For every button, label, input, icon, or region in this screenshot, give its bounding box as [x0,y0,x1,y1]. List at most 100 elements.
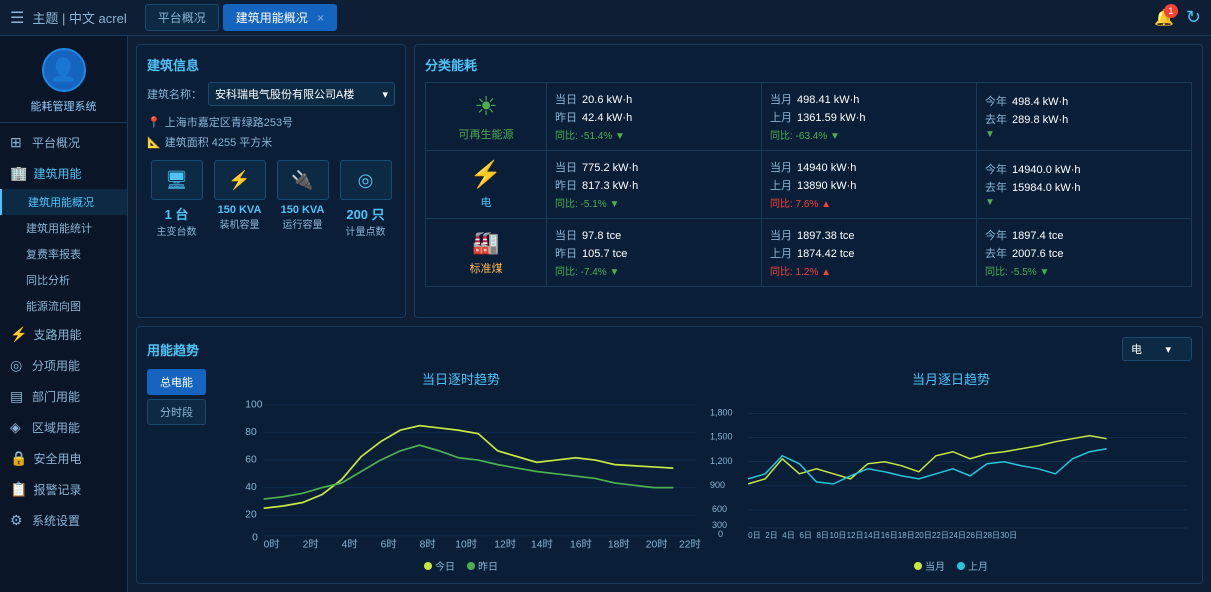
sub-nav-energy-flow[interactable]: 能源流向图 [0,293,127,319]
sidebar-item-alarms[interactable]: 📋 报警记录 [0,474,127,505]
electric-today: 当日 775.2 kW·h [555,159,638,175]
app-title: 能耗管理系统 [31,98,97,114]
svg-text:18时: 18时 [608,539,630,551]
category-energy-card: 分类能耗 ☀ 可再生能源 当日 20.6 kW·h 昨日 42.4 kW·h 同… [414,44,1203,318]
coal-month-compare: 同比: 1.2% ▲ [770,263,831,278]
svg-text:900: 900 [710,480,725,490]
sidebar-item-settings[interactable]: ⚙ 系统设置 [0,505,127,536]
electric-month-compare: 同比: 7.6% ▲ [770,195,831,210]
energy-grid: ☀ 可再生能源 当日 20.6 kW·h 昨日 42.4 kW·h 同比: -5… [425,82,1192,287]
sidebar-item-subitem[interactable]: ◎ 分项用能 [0,350,127,381]
renewable-yesterday: 昨日 42.4 kW·h [555,109,632,125]
svg-text:12时: 12时 [494,539,516,551]
stats-grid: 🖥 1 台 主变台数 ⚡ 150 KVA 装机容量 🔌 150 KVA 运行容量 [147,160,395,238]
electric-yesterday: 昨日 817.3 kW·h [555,177,638,193]
svg-text:1,500: 1,500 [710,432,733,442]
stat-label-meters: 计量点数 [346,223,386,238]
building-info-card: 建筑信息 建筑名称： 安科瑞电气股份有限公司A楼 ▾ 📍 上海市嘉定区青绿路25… [136,44,406,318]
renewable-this-month: 当月 498.41 kW·h [770,91,859,107]
daily-chart-title: 当日逐时趋势 [220,369,702,388]
sidebar-item-platform[interactable]: ⊞ 平台概况 [0,127,127,158]
electric-icon: ⚡ [470,159,502,190]
svg-text:22日: 22日 [932,531,949,540]
coal-this-year: 今年 1897.4 tce [985,227,1063,243]
coal-yesterday: 昨日 105.7 tce [555,245,627,261]
tab-close-icon[interactable]: × [317,11,324,25]
sidebar-item-building[interactable]: 🏢 建筑用能 [0,158,127,189]
sub-nav-rate-report[interactable]: 复费率报表 [0,241,127,267]
sub-nav-building-overview[interactable]: 建筑用能概况 [0,189,127,215]
sidebar-item-branch[interactable]: ⚡ 支路用能 [0,319,127,350]
refresh-icon[interactable]: ↻ [1186,7,1201,28]
svg-text:6日: 6日 [799,531,811,540]
meters-icon: ◎ [340,160,392,200]
stat-value-meters: 200 只 [346,204,384,223]
brand-text: 主题 | 中文 acrel [32,8,126,27]
stat-label-capacity: 装机容量 [220,216,260,231]
grid-icon: ⊞ [10,134,26,151]
building-name-label: 建筑名称： [147,86,202,102]
svg-text:10时: 10时 [455,539,477,551]
building-name-row: 建筑名称： 安科瑞电气股份有限公司A楼 ▾ [147,82,395,106]
sidebar-item-dept[interactable]: ▤ 部门用能 [0,381,127,412]
renewable-icon: ☀ [474,91,497,122]
hamburger-icon[interactable]: ☰ [10,8,24,28]
svg-text:100: 100 [245,400,262,411]
stat-meters: ◎ 200 只 计量点数 [336,160,395,238]
top-bar: ☰ 主题 | 中文 acrel 平台概况 建筑用能概况 × 🔔 1 ↻ [0,0,1211,36]
coal-year-cell: 今年 1897.4 tce 去年 2007.6 tce 同比: -5.5% ▼ [977,219,1191,286]
alarm-icon: 📋 [10,481,27,498]
category-energy-title: 分类能耗 [425,55,1192,74]
svg-text:24日: 24日 [949,531,966,540]
avatar: 👤 [42,48,86,92]
electric-year-compare: ▼ [985,197,995,208]
building-meta: 📍 上海市嘉定区青绿路253号 📐 建筑面积 4255 平方米 [147,114,395,150]
area-icon: 📐 [147,136,161,149]
trends-header: 用能趋势 电 ▾ [147,337,1192,361]
trend-button-group: 总电能 分时段 [147,369,206,573]
svg-text:0: 0 [718,529,723,539]
renewable-this-year: 今年 498.4 kW·h [985,93,1068,109]
svg-text:20时: 20时 [646,539,668,551]
coal-month-cell: 当月 1897.38 tce 上月 1874.42 tce 同比: 1.2% ▲ [762,219,976,286]
sidebar-item-region[interactable]: ◈ 区域用能 [0,412,127,443]
svg-text:22时: 22时 [679,539,701,551]
monthly-chart-container: 1,800 1,500 1,200 900 600 300 0 [710,392,1192,556]
svg-text:0日: 0日 [748,531,760,540]
renewable-day-compare: 同比: -51.4% ▼ [555,127,625,142]
stat-value-running: 150 KVA [281,204,325,216]
tab-platform[interactable]: 平台概况 [145,4,219,31]
stat-label-transformer: 主变台数 [157,223,197,238]
energy-type-select[interactable]: 电 ▾ [1122,337,1192,361]
tab-building-energy[interactable]: 建筑用能概况 × [223,4,337,31]
svg-text:60: 60 [245,455,257,466]
trend-btn-total[interactable]: 总电能 [147,369,206,395]
notification-button[interactable]: 🔔 1 [1154,8,1174,28]
sub-nav-building-stats[interactable]: 建筑用能统计 [0,215,127,241]
coal-year-compare: 同比: -5.5% ▼ [985,263,1049,278]
coal-this-month: 当月 1897.38 tce [770,227,855,243]
daily-chart-svg: 100 80 60 40 20 0 [220,392,702,556]
location-icon: 📍 [147,116,161,129]
trend-btn-period[interactable]: 分时段 [147,399,206,425]
building-name-select[interactable]: 安科瑞电气股份有限公司A楼 ▾ [208,82,395,106]
svg-text:0: 0 [252,533,258,544]
monthly-chart-svg: 1,800 1,500 1,200 900 600 300 0 [710,392,1192,556]
area-row: 📐 建筑面积 4255 平方米 [147,134,395,150]
electric-month-cell: 当月 14940 kW·h 上月 13890 kW·h 同比: 7.6% ▲ [762,151,976,218]
svg-text:16时: 16时 [570,539,592,551]
svg-text:16日: 16日 [881,531,898,540]
sidebar-item-safety[interactable]: 🔒 安全用电 [0,443,127,474]
svg-text:1,800: 1,800 [710,408,733,418]
svg-text:2时: 2时 [303,539,319,551]
chevron-down-icon: ▾ [382,88,388,101]
energy-type-coal: 🏭 标准煤 [426,219,546,286]
svg-text:14日: 14日 [864,531,881,540]
capacity-icon: ⚡ [214,160,266,200]
top-tabs: 平台概况 建筑用能概况 × [145,4,337,31]
sub-nav-yoy[interactable]: 同比分析 [0,267,127,293]
coal-day-compare: 同比: -7.4% ▼ [555,263,619,278]
sidebar-nav: ⊞ 平台概况 🏢 建筑用能 建筑用能概况 建筑用能统计 复费率报表 同比分析 能… [0,123,127,592]
svg-text:4时: 4时 [342,539,358,551]
sidebar: 👤 能耗管理系统 ⊞ 平台概况 🏢 建筑用能 建筑用能概况 建筑用能统计 复费率… [0,36,128,592]
